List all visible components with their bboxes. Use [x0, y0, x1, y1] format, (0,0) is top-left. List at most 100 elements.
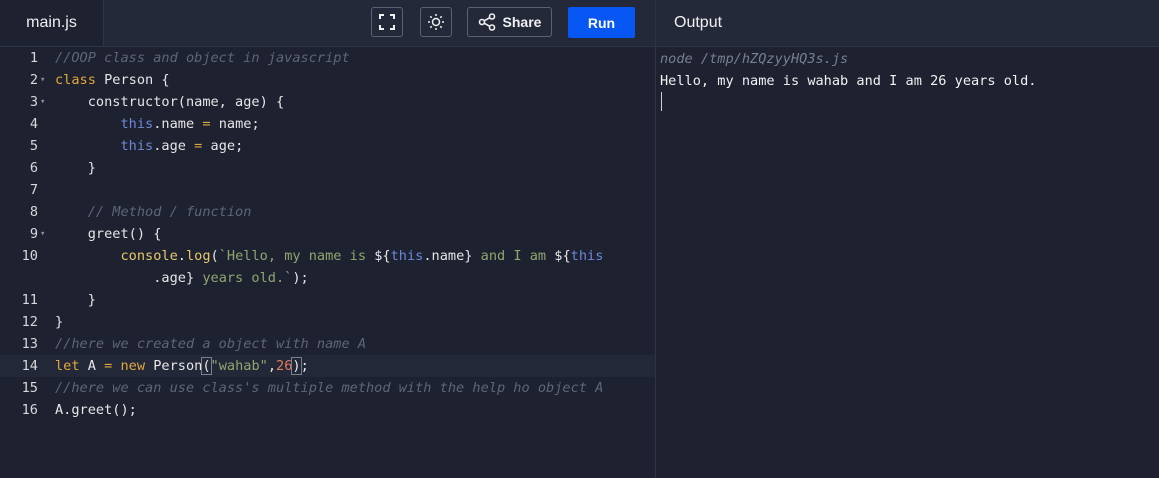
code-token: ${: [554, 248, 571, 264]
tab-output[interactable]: Output: [674, 14, 722, 32]
code-token: .: [177, 248, 186, 264]
code-line[interactable]: 16 A.greet();: [0, 399, 655, 421]
code-token: //here we can use class's multiple metho…: [55, 380, 604, 396]
fold-arrow-icon[interactable]: ▾: [40, 69, 45, 91]
line-number: 12: [21, 314, 38, 330]
line-number: 7: [29, 182, 38, 198]
code-token: 26: [276, 358, 293, 374]
code-token: =: [202, 116, 211, 132]
code-token: );: [292, 270, 309, 286]
code-token: ,: [267, 358, 277, 374]
code-token: .age: [153, 138, 195, 154]
run-button-label: Run: [587, 14, 616, 31]
code-line[interactable]: 1 //OOP class and object in javascript: [0, 47, 655, 69]
tab-main-js-label: main.js: [26, 14, 77, 31]
code-line[interactable]: 2 ▾ class Person {: [0, 69, 655, 91]
line-number: 4: [29, 116, 38, 132]
code-token: this: [120, 116, 154, 132]
code-token: age;: [202, 138, 244, 154]
top-toolbar: main.js Share Run Output: [0, 0, 1159, 47]
code-text: }: [55, 311, 63, 333]
code-token: (: [210, 248, 219, 264]
code-text: greet() {: [55, 223, 162, 245]
code-line[interactable]: 11 }: [0, 289, 655, 311]
fullscreen-button[interactable]: [371, 7, 403, 37]
fold-arrow-icon[interactable]: ▾: [40, 91, 45, 113]
code-text: this.age = age;: [55, 135, 243, 157]
line-number: 16: [21, 402, 38, 418]
code-token: }: [55, 160, 96, 176]
code-line[interactable]: 3 ▾ constructor(name, age) {: [0, 91, 655, 113]
code-line[interactable]: 8 // Method / function: [0, 201, 655, 223]
line-number: 15: [21, 380, 38, 396]
line-number: 11: [21, 292, 38, 308]
code-line[interactable]: 5 this.age = age;: [0, 135, 655, 157]
code-token: ): [291, 357, 302, 375]
code-text: this.name = name;: [55, 113, 260, 135]
code-token: Person {: [95, 72, 170, 88]
code-token: name;: [210, 116, 260, 132]
code-token: Person: [145, 358, 203, 374]
code-token: ;: [300, 358, 309, 374]
code-token: greet() {: [55, 226, 162, 242]
code-text: //here we can use class's multiple metho…: [55, 377, 603, 399]
output-cursor: [661, 92, 662, 111]
line-number: 13: [21, 336, 38, 352]
code-token: ${: [374, 248, 391, 264]
line-number: 8: [29, 204, 38, 220]
code-line[interactable]: 12}: [0, 311, 655, 333]
code-line[interactable]: 14 let A = new Person("wahab",26);: [0, 355, 655, 377]
theme-toggle-button[interactable]: [420, 7, 452, 37]
code-token: // Method / function: [55, 204, 252, 220]
code-token: }: [55, 314, 64, 330]
tab-main-js[interactable]: main.js: [0, 0, 104, 46]
run-button[interactable]: Run: [568, 7, 635, 38]
output-line: Hello, my name is wahab and I am 26 year…: [660, 73, 1037, 89]
code-text: }: [55, 157, 96, 179]
code-text: // Method / function: [55, 201, 252, 223]
code-token: years old.`: [194, 270, 293, 286]
code-line[interactable]: .age} years old.`);: [0, 267, 655, 289]
code-line[interactable]: 10 console.log(`Hello, my name is ${this…: [0, 245, 655, 267]
code-token: this: [120, 138, 154, 154]
code-line[interactable]: 6 }: [0, 157, 655, 179]
pane-divider[interactable]: [655, 0, 656, 478]
code-token: A.greet();: [55, 402, 137, 418]
code-text: //here we created a object with name A: [55, 333, 366, 355]
code-token: class: [55, 72, 96, 88]
fullscreen-icon: [379, 14, 395, 30]
share-button[interactable]: Share: [467, 7, 552, 37]
code-token: console: [120, 248, 178, 264]
code-text: class Person {: [55, 69, 170, 91]
fold-arrow-icon[interactable]: ▾: [40, 223, 45, 245]
code-token: let: [55, 358, 80, 374]
code-line[interactable]: 7: [0, 179, 655, 201]
code-text: .age} years old.`);: [55, 267, 309, 289]
code-token: and I am: [472, 248, 555, 264]
code-line[interactable]: 4 this.name = name;: [0, 113, 655, 135]
code-token: //OOP class and object in javascript: [55, 50, 350, 66]
code-token: //here we created a object with name A: [55, 336, 366, 352]
code-token: this: [570, 248, 604, 264]
code-token: `Hello, my name is: [218, 248, 375, 264]
code-token: constructor(name, age) {: [55, 94, 285, 110]
line-number: 5: [29, 138, 38, 154]
code-line[interactable]: 9 ▾ greet() {: [0, 223, 655, 245]
code-token: .age}: [55, 270, 195, 286]
code-line[interactable]: 13 //here we created a object with name A: [0, 333, 655, 355]
code-text: A.greet();: [55, 399, 137, 421]
code-text: }: [55, 289, 96, 311]
line-number: 6: [29, 160, 38, 176]
code-editor[interactable]: 1//OOP class and object in javascript 2 ▾ c…: [0, 47, 655, 478]
code-token: }: [55, 292, 96, 308]
output-command: node /tmp/hZQzyyHQ3s.js: [660, 51, 849, 67]
line-number: 3: [29, 94, 38, 110]
code-token: .name}: [423, 248, 473, 264]
line-number: 2: [29, 72, 38, 88]
code-line[interactable]: 15 //here we can use class's multiple met…: [0, 377, 655, 399]
line-number: 10: [21, 248, 38, 264]
code-token: A: [79, 358, 105, 374]
